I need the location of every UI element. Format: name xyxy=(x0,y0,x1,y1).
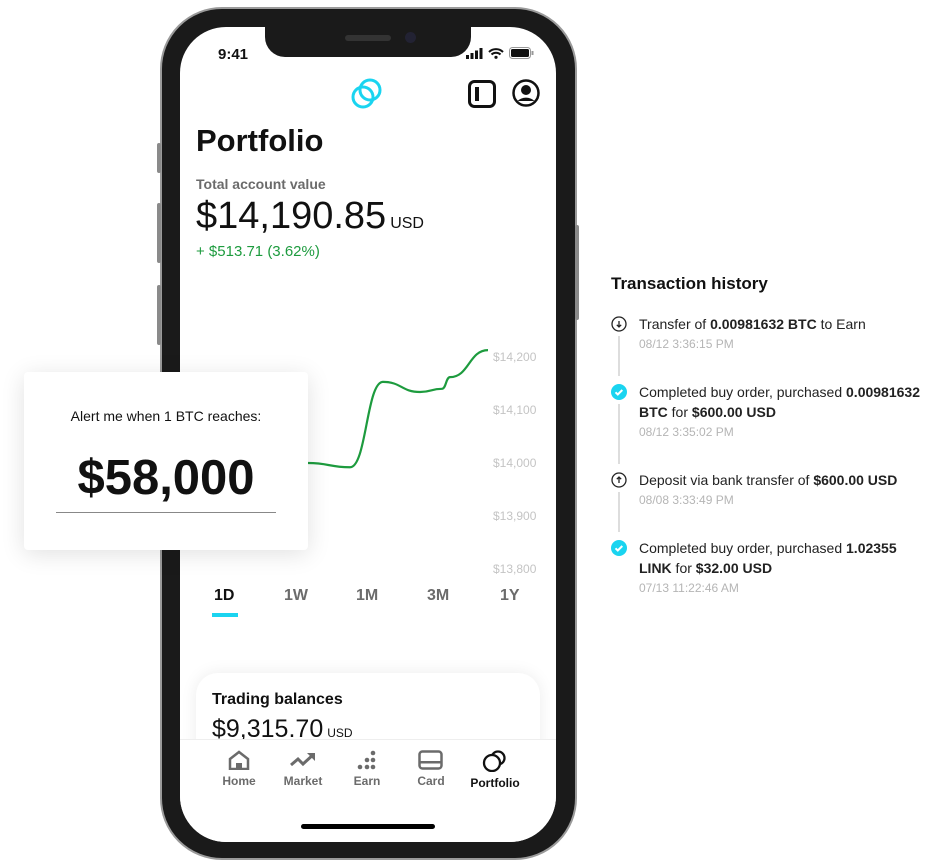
notch xyxy=(265,27,471,57)
total-value-currency: USD xyxy=(390,215,424,232)
volume-up-button xyxy=(157,203,161,263)
transaction-history: Transaction history Transfer of 0.009816… xyxy=(611,274,931,606)
home-indicator[interactable] xyxy=(301,824,435,829)
battery-icon xyxy=(509,47,534,59)
y-tick-label: $14,000 xyxy=(493,456,537,470)
status-icons xyxy=(466,47,534,59)
transaction-text: Deposit via bank transfer of $600.00 USD xyxy=(639,472,898,488)
nav-label: Home xyxy=(222,774,256,788)
transaction-item[interactable]: Completed buy order, purchased 1.02355 L… xyxy=(611,538,931,606)
chart-line xyxy=(279,349,489,469)
nav-market[interactable]: Market xyxy=(271,750,335,788)
nav-label: Portfolio xyxy=(470,776,520,790)
active-tab-indicator xyxy=(212,613,238,617)
gemini-logo xyxy=(351,78,382,109)
account-icon[interactable] xyxy=(512,79,540,107)
coins-icon xyxy=(482,750,506,772)
tab-1w[interactable]: 1W xyxy=(284,587,308,605)
alert-price-input[interactable]: $58,000 xyxy=(56,450,276,513)
arrow-up-circle-icon xyxy=(611,472,627,488)
y-tick-label: $14,100 xyxy=(493,403,537,417)
nav-home[interactable]: Home xyxy=(207,750,271,788)
value-change: + $513.71 (3.62%) xyxy=(196,243,320,260)
transaction-date: 07/13 11:22:46 AM xyxy=(639,581,739,595)
transaction-item[interactable]: Deposit via bank transfer of $600.00 USD… xyxy=(611,470,931,538)
transaction-text: Completed buy order, purchased 1.02355 L… xyxy=(639,540,897,576)
y-tick-label: $13,900 xyxy=(493,509,537,523)
status-time: 9:41 xyxy=(218,46,249,63)
timeline-connector xyxy=(618,404,620,464)
alert-label: Alert me when 1 BTC reaches: xyxy=(70,408,262,424)
timeline-connector xyxy=(618,492,620,532)
transaction-text: Completed buy order, purchased 0.0098163… xyxy=(639,384,920,420)
wifi-icon xyxy=(488,47,504,59)
check-circle-icon xyxy=(611,384,627,400)
dots-icon xyxy=(357,750,376,770)
total-value-amount: $14,190.85 xyxy=(196,195,387,237)
tab-1y[interactable]: 1Y xyxy=(500,587,520,605)
total-value-label: Total account value xyxy=(196,176,326,192)
mute-switch xyxy=(157,143,161,173)
transaction-date: 08/08 3:33:49 PM xyxy=(639,493,734,507)
transaction-item[interactable]: Transfer of 0.00981632 BTC to Earn 08/12 … xyxy=(611,314,931,382)
price-alert-card: Alert me when 1 BTC reaches: $58,000 xyxy=(24,372,308,550)
nav-label: Card xyxy=(417,774,445,788)
check-circle-icon xyxy=(611,540,627,556)
transaction-history-title: Transaction history xyxy=(611,274,768,293)
nav-label: Market xyxy=(283,774,323,788)
nav-label: Earn xyxy=(353,774,381,788)
nav-card[interactable]: Card xyxy=(399,750,463,788)
nav-earn[interactable]: Earn xyxy=(335,750,399,788)
sidebar-toggle-icon[interactable] xyxy=(468,80,496,108)
timeline-connector xyxy=(618,336,620,376)
transaction-date: 08/12 3:35:02 PM xyxy=(639,425,734,439)
tab-1d[interactable]: 1D xyxy=(214,587,234,605)
card-icon xyxy=(418,750,443,770)
power-button xyxy=(575,225,579,320)
transaction-item[interactable]: Completed buy order, purchased 0.0098163… xyxy=(611,382,931,470)
tab-3m[interactable]: 3M xyxy=(427,587,449,605)
page-title: Portfolio xyxy=(196,123,324,158)
tab-1m[interactable]: 1M xyxy=(356,587,378,605)
transaction-date: 08/12 3:36:15 PM xyxy=(639,337,734,351)
trading-currency: USD xyxy=(327,726,353,740)
total-value: $14,190.85 USD xyxy=(196,195,424,238)
trading-balances-label: Trading balances xyxy=(212,691,343,708)
volume-down-button xyxy=(157,285,161,345)
y-tick-label: $14,200 xyxy=(493,350,537,364)
arrow-down-circle-icon xyxy=(611,316,627,332)
transaction-text: Transfer of 0.00981632 BTC to Earn xyxy=(639,316,866,332)
trending-up-icon xyxy=(290,752,316,767)
nav-portfolio[interactable]: Portfolio xyxy=(463,750,527,790)
home-icon xyxy=(228,750,250,770)
signal-icon xyxy=(466,47,483,59)
y-tick-label: $13,800 xyxy=(493,562,537,576)
